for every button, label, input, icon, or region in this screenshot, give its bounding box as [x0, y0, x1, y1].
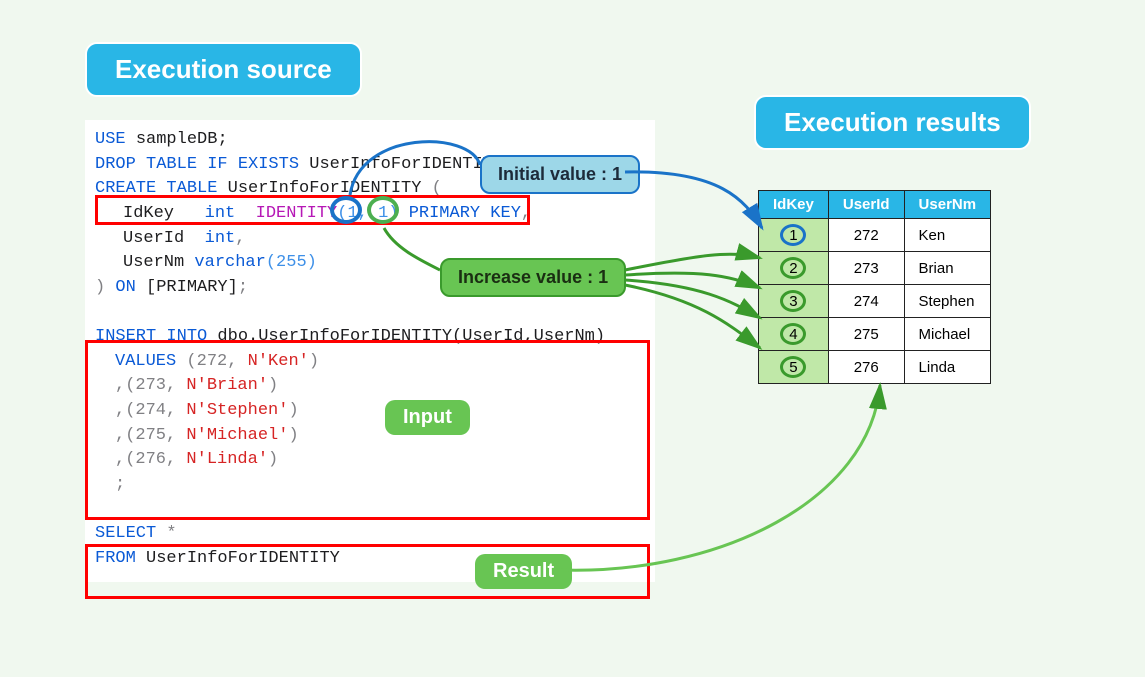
callout-increase-value: Increase value : 1 [440, 258, 626, 297]
type-varchar: varchar [194, 253, 265, 272]
cell-nm: Brian [904, 252, 991, 285]
table-row: 1 272 Ken [759, 219, 991, 252]
cell-uid: 275 [828, 318, 904, 351]
cell-uid: 273 [828, 252, 904, 285]
varchar-len: (255) [266, 253, 317, 272]
highlight-insert-block [85, 340, 650, 520]
kw-on: ON [115, 278, 135, 297]
cell-nm: Linda [904, 351, 991, 384]
cell-uid: 274 [828, 285, 904, 318]
table-row: 3 274 Stephen [759, 285, 991, 318]
ellipse-increment [367, 196, 399, 224]
primary-fg: [PRIMARY] [146, 278, 238, 297]
cell-nm: Michael [904, 318, 991, 351]
col-usernm: UserNm [123, 253, 184, 272]
col-userid: UserId [123, 229, 184, 248]
cell-idkey-3: 3 [780, 290, 806, 312]
label-input: Input [385, 400, 470, 435]
execution-source-title: Execution source [85, 42, 362, 97]
type-int2: int [205, 229, 236, 248]
th-userid: UserId [828, 191, 904, 219]
th-idkey: IdKey [759, 191, 829, 219]
th-usernm: UserNm [904, 191, 991, 219]
select-star: * [166, 524, 176, 543]
cell-idkey-4: 4 [780, 323, 806, 345]
table-row: 2 273 Brian [759, 252, 991, 285]
ellipse-seed [330, 196, 362, 224]
kw-use: USE [95, 130, 126, 149]
kw-select: SELECT [95, 524, 156, 543]
table-row: 4 275 Michael [759, 318, 991, 351]
table-row: 5 276 Linda [759, 351, 991, 384]
highlight-identity-row [95, 195, 530, 225]
results-table: IdKey UserId UserNm 1 272 Ken 2 273 Bria… [758, 190, 991, 384]
kw-drop: DROP TABLE IF EXISTS [95, 155, 299, 174]
callout-initial-value: Initial value : 1 [480, 155, 640, 194]
db-name: sampleDB [136, 130, 218, 149]
execution-results-title: Execution results [754, 95, 1031, 150]
label-result: Result [475, 554, 572, 589]
cell-uid: 272 [828, 219, 904, 252]
tbl-drop: UserInfoForIDENTITY [309, 155, 503, 174]
cell-idkey-1: 1 [780, 224, 806, 246]
cell-uid: 276 [828, 351, 904, 384]
cell-idkey-2: 2 [780, 257, 806, 279]
cell-nm: Stephen [904, 285, 991, 318]
cell-nm: Ken [904, 219, 991, 252]
cell-idkey-5: 5 [780, 356, 806, 378]
